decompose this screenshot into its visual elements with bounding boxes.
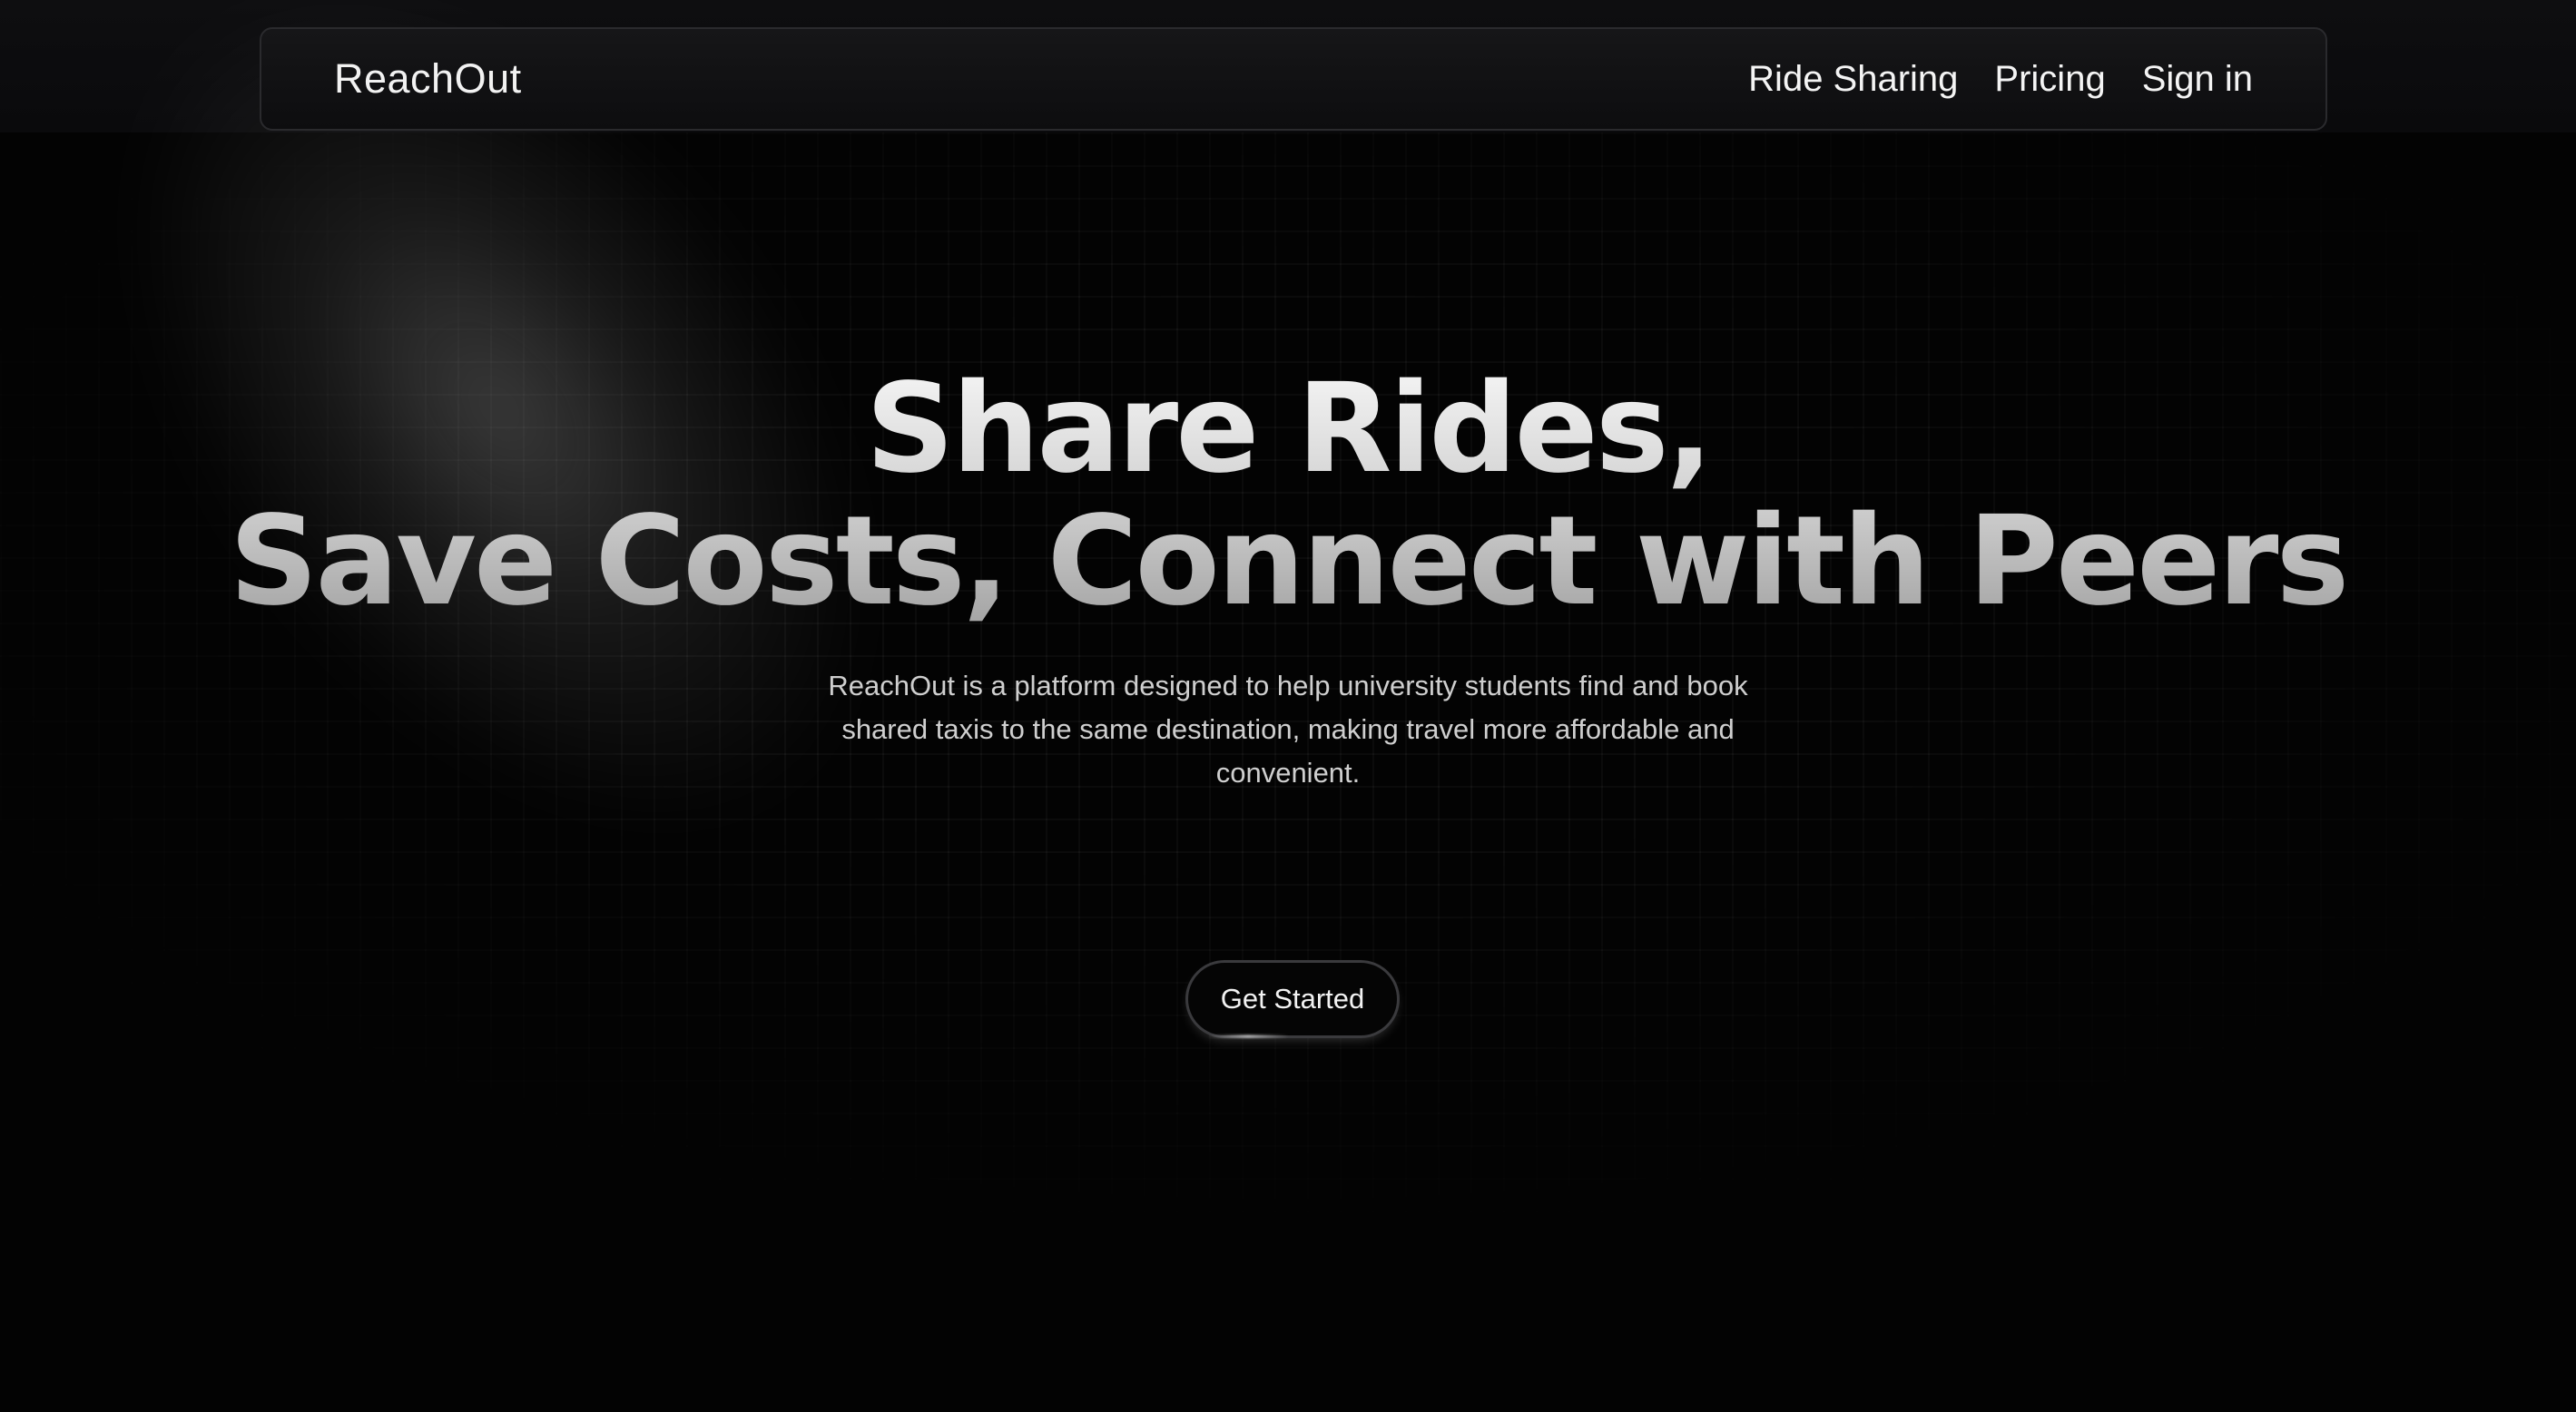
nav-link-pricing[interactable]: Pricing xyxy=(1994,59,2105,100)
hero-headline: Share Rides, Save Costs, Connect with Pe… xyxy=(0,363,2576,628)
button-glow xyxy=(1207,1034,1289,1038)
hero-subtitle: ReachOut is a platform designed to help … xyxy=(828,670,1748,789)
navbar: ReachOut Ride Sharing Pricing Sign in xyxy=(260,27,2327,131)
hero-headline-line1: Share Rides, xyxy=(865,358,1711,501)
hero-headline-line2: Save Costs, Connect with Peers xyxy=(229,490,2347,633)
nav-link-ride-sharing[interactable]: Ride Sharing xyxy=(1748,59,1958,100)
get-started-button[interactable]: Get Started xyxy=(1185,960,1400,1038)
nav-links: Ride Sharing Pricing Sign in xyxy=(1748,59,2253,100)
hero-section: Share Rides, Save Costs, Connect with Pe… xyxy=(0,363,2576,795)
brand-logo[interactable]: ReachOut xyxy=(334,55,522,103)
nav-link-sign-in[interactable]: Sign in xyxy=(2142,59,2253,100)
